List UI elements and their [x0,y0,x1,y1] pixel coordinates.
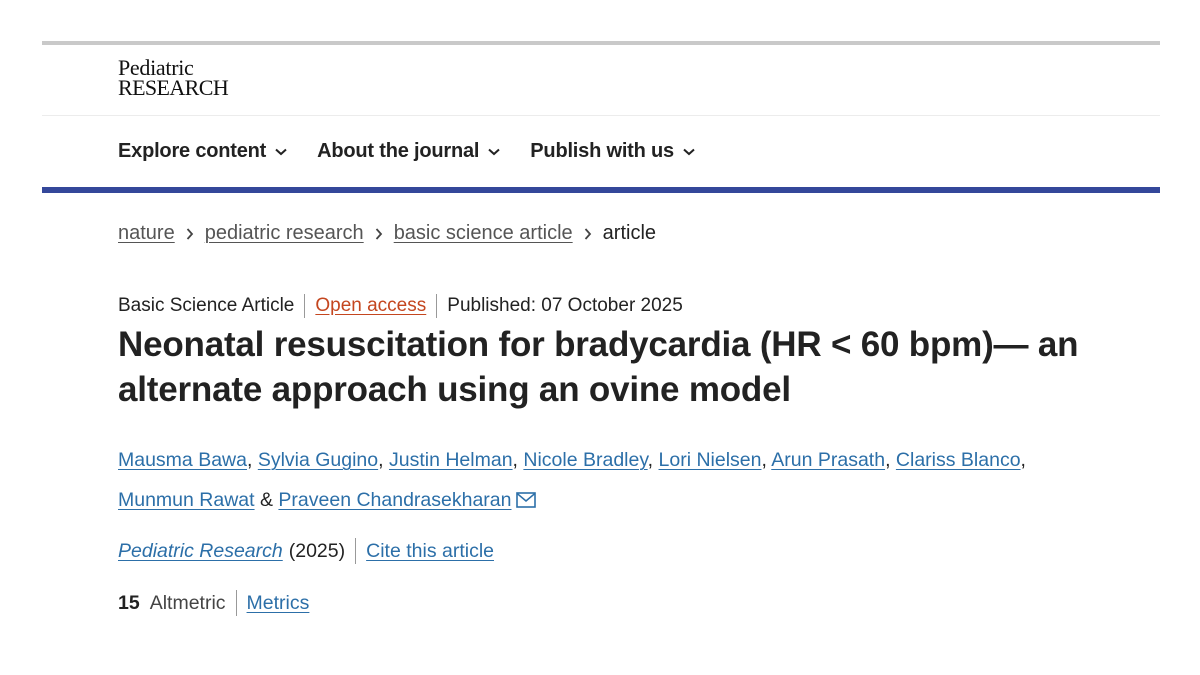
author-link[interactable]: Lori Nielsen [659,449,762,471]
breadcrumb: nature pediatric research basic science … [118,222,656,245]
journal-logo[interactable]: Pediatric RESEARCH [118,56,229,101]
main-nav: Explore content About the journal Publis… [118,140,725,163]
author-separator: , [378,449,389,471]
author-link[interactable]: Clariss Blanco [896,449,1021,471]
metrics-divider [235,590,237,616]
article-type: Basic Science Article [118,295,295,316]
mail-icon[interactable] [515,482,536,522]
chevron-right-icon [584,227,592,240]
citation-line: Pediatric Research (2025) Cite this arti… [118,538,494,564]
altmetric-count: 15 [118,591,140,614]
author-link[interactable]: Munmun Rawat [118,489,255,511]
author-link[interactable]: Nicole Bradley [523,449,647,471]
nav-item-label: Publish with us [530,140,674,162]
meta-divider [304,294,306,318]
author-separator: , [1020,449,1026,471]
metrics-line: 15 Altmetric Metrics [118,590,309,616]
published-date: Published: 07 October 2025 [447,295,683,316]
breadcrumb-current: article [602,222,657,244]
author-separator: , [761,449,772,471]
citation-divider [355,538,357,564]
chevron-down-icon [683,148,695,156]
journal-link[interactable]: Pediatric Research [118,540,283,563]
cite-article-link[interactable]: Cite this article [366,540,494,563]
article-meta: Basic Science Article Open access Publis… [118,294,683,318]
open-access-link[interactable]: Open access [315,295,426,317]
article-title: Neonatal resuscitation for bradycardia (… [118,325,1079,409]
nav-about-journal[interactable]: About the journal [317,140,500,163]
author-link[interactable]: Justin Helman [389,449,513,471]
nav-item-label: About the journal [317,140,480,162]
chevron-right-icon [375,227,383,240]
nav-explore-content[interactable]: Explore content [118,140,287,163]
author-link[interactable]: Mausma Bawa [118,449,247,471]
nav-item-label: Explore content [118,140,267,162]
author-link[interactable]: Arun Prasath [771,449,885,471]
top-rule [42,41,1160,45]
logo-line-2: RESEARCH [118,75,229,101]
meta-divider [436,294,438,318]
chevron-down-icon [488,148,500,156]
breadcrumb-link-nature[interactable]: nature [118,222,175,245]
author-conjunction: & [259,489,273,511]
altmetric-label: Altmetric [149,591,226,614]
metrics-link[interactable]: Metrics [247,592,310,615]
author-list: Mausma Bawa, Sylvia Gugino, Justin Helma… [118,440,1078,522]
article-page: Pediatric RESEARCH Explore content About… [0,0,1200,675]
chevron-right-icon [186,227,194,240]
author-link-corresponding[interactable]: Praveen Chandrasekharan [278,489,511,511]
header-divider [42,115,1160,116]
author-separator: , [647,449,659,471]
author-separator: , [512,449,524,471]
author-separator: , [246,449,258,471]
citation-year: (2025) [288,539,346,562]
chevron-down-icon [275,148,287,156]
author-separator: , [885,449,896,471]
breadcrumb-link-basic-science-article[interactable]: basic science article [394,222,573,245]
nav-publish-with-us[interactable]: Publish with us [530,140,695,163]
author-link[interactable]: Sylvia Gugino [258,449,378,471]
breadcrumb-link-pediatric-research[interactable]: pediatric research [205,222,364,245]
nav-accent-bar [42,187,1160,193]
